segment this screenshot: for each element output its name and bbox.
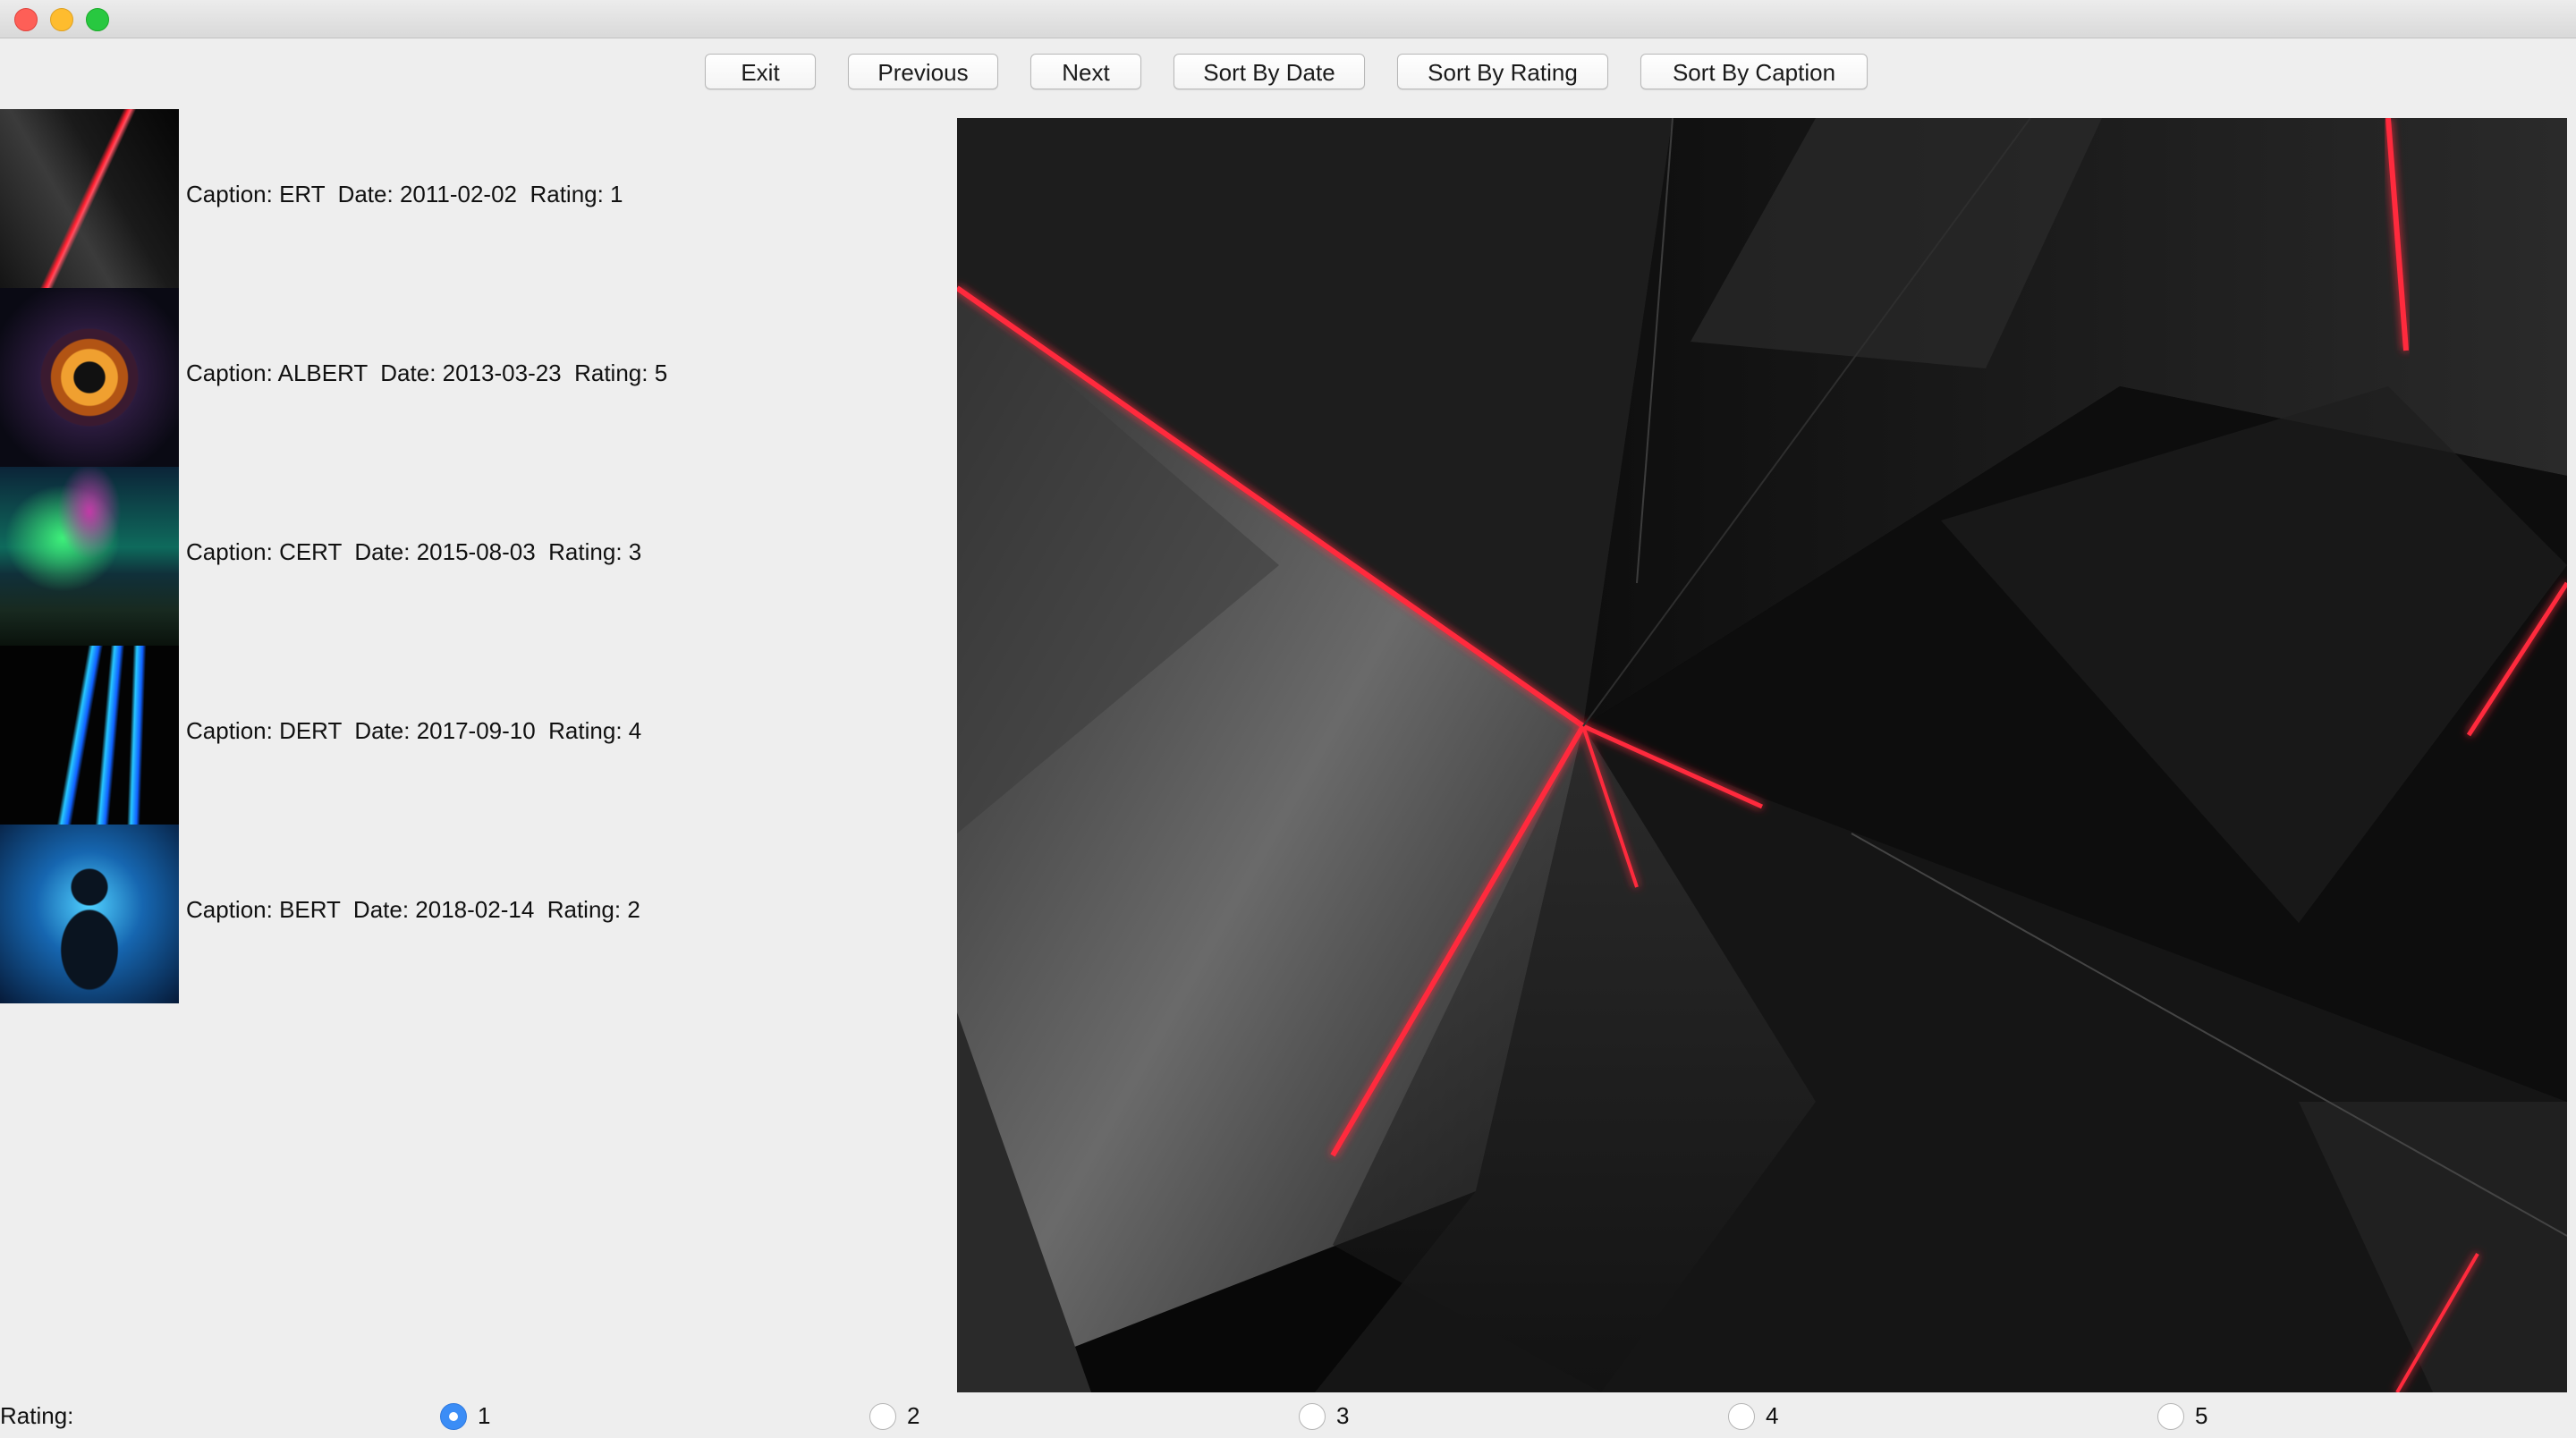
maximize-window-button[interactable] [86,8,109,31]
minimize-window-button[interactable] [50,8,73,31]
close-window-button[interactable] [14,8,38,31]
rating-option-label: 4 [1766,1402,1779,1429]
thumbnail-image[interactable] [0,467,179,646]
title-bar[interactable] [0,0,2576,38]
list-item-label: Caption: BERT Date: 2018-02-14 Rating: 2 [186,896,640,923]
previous-button[interactable]: Previous [848,54,998,89]
exit-button[interactable]: Exit [705,54,816,89]
app-window: Exit Previous Next Sort By Date Sort By … [0,0,2576,1438]
radio-circle-icon[interactable] [440,1403,467,1430]
thumbnail-image[interactable] [0,646,179,825]
sort-by-date-button[interactable]: Sort By Date [1174,54,1365,89]
main-image-view [957,118,2567,1392]
rating-label: Rating: [0,1402,74,1429]
next-button[interactable]: Next [1030,54,1141,89]
rating-option-label: 1 [478,1402,491,1429]
list-item[interactable]: Caption: ERT Date: 2011-02-02 Rating: 1 [0,109,948,288]
list-item-label: Caption: CERT Date: 2015-08-03 Rating: 3 [186,538,642,565]
rating-option-label: 5 [2195,1402,2208,1429]
list-item-label: Caption: ERT Date: 2011-02-02 Rating: 1 [186,181,623,207]
thumbnail-image[interactable] [0,109,179,288]
sort-by-rating-button[interactable]: Sort By Rating [1397,54,1608,89]
toolbar: Exit Previous Next Sort By Date Sort By … [0,54,2576,93]
list-item-label: Caption: DERT Date: 2017-09-10 Rating: 4 [186,717,642,744]
list-item[interactable]: Caption: CERT Date: 2015-08-03 Rating: 3 [0,467,948,646]
radio-circle-icon[interactable] [1299,1403,1326,1430]
main-image-artwork [957,118,2567,1392]
list-item-label: Caption: ALBERT Date: 2013-03-23 Rating:… [186,360,668,386]
radio-circle-icon[interactable] [869,1403,896,1430]
list-item[interactable]: Caption: BERT Date: 2018-02-14 Rating: 2 [0,825,948,1003]
rating-option-label: 3 [1336,1402,1350,1429]
radio-circle-icon[interactable] [2157,1403,2184,1430]
rating-bar: Rating: 1 2 3 4 5 [0,1397,2576,1438]
list-item[interactable]: Caption: ALBERT Date: 2013-03-23 Rating:… [0,288,948,467]
thumbnail-image[interactable] [0,288,179,467]
list-item[interactable]: Caption: DERT Date: 2017-09-10 Rating: 4 [0,646,948,825]
sort-by-caption-button[interactable]: Sort By Caption [1640,54,1868,89]
thumbnail-image[interactable] [0,825,179,1003]
radio-circle-icon[interactable] [1728,1403,1755,1430]
rating-option-label: 2 [907,1402,920,1429]
